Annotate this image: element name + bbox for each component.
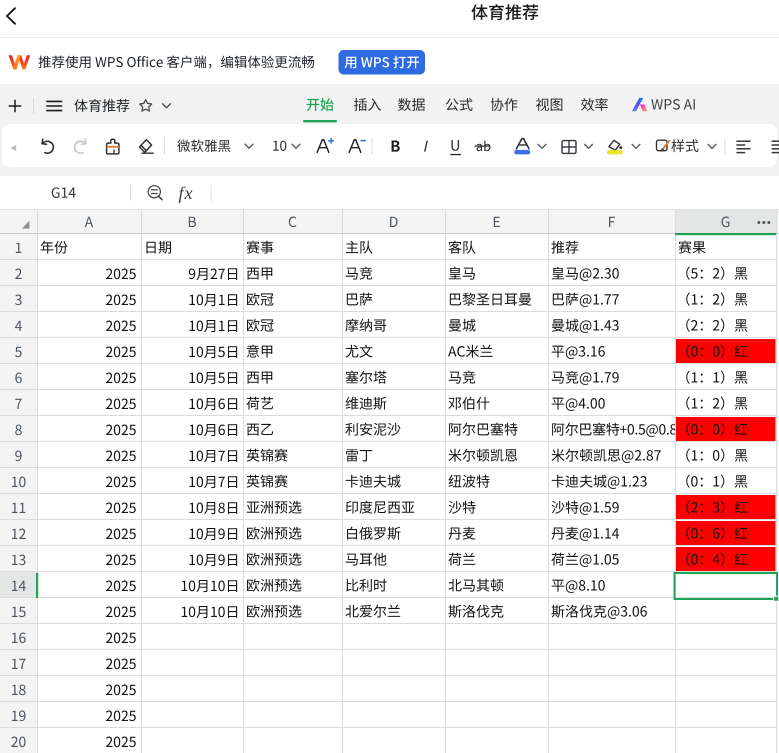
svg-text:fx: fx	[179, 183, 194, 203]
